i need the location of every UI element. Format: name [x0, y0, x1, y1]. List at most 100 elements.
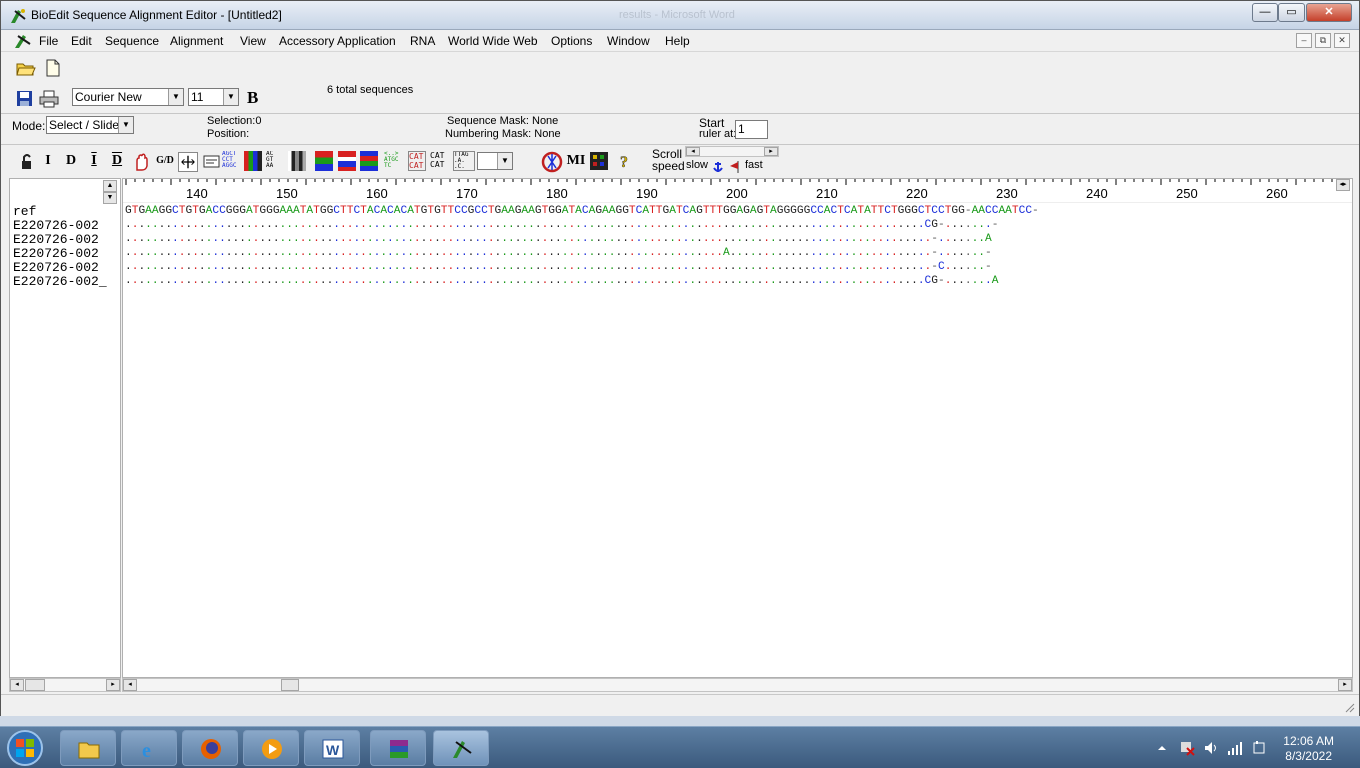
chevron-down-icon[interactable]: ▼ — [103, 192, 117, 204]
font-size-select[interactable]: 11 ▼ — [188, 88, 239, 106]
chevron-up-icon[interactable]: ▲ — [103, 180, 117, 192]
sequence-row[interactable]: ........................................… — [125, 260, 992, 274]
open-folder-icon[interactable] — [16, 59, 36, 77]
consensus-select[interactable]: ▼ — [477, 152, 513, 170]
taskbar-winrar[interactable] — [370, 730, 426, 766]
menu-file[interactable]: File — [39, 34, 58, 48]
mdi-minimize-button[interactable]: – — [1296, 33, 1312, 48]
font-name-select[interactable]: Courier New ▼ — [72, 88, 184, 106]
delete-mode-tool[interactable]: D — [61, 150, 81, 172]
sequence-name[interactable]: E220726-002_ — [13, 275, 107, 289]
menu-help[interactable]: Help — [665, 34, 690, 48]
chevron-left-icon[interactable]: ◂ — [686, 147, 700, 156]
color-letters-tool[interactable]: AGCT CCT AGGC — [222, 151, 240, 171]
mutual-information-tool[interactable]: MI — [564, 150, 588, 172]
taskbar-bioedit[interactable] — [433, 730, 489, 766]
chevron-right-icon[interactable]: ▸ — [764, 147, 778, 156]
color-map-tool[interactable] — [315, 151, 333, 171]
save-icon[interactable] — [15, 90, 35, 108]
cat-plain-tool[interactable]: CAT CAT — [430, 151, 448, 171]
chevron-left-icon[interactable]: ◂ — [10, 679, 24, 691]
alignment-hscrollbar[interactable]: ◂ ▸ — [122, 678, 1353, 692]
sequence-name[interactable]: E220726-002 — [13, 219, 99, 233]
resize-grip-icon[interactable] — [1343, 701, 1355, 713]
menu-edit[interactable]: Edit — [71, 34, 92, 48]
show-hidden-icons-icon[interactable] — [1157, 743, 1167, 753]
grab-hand-icon[interactable] — [132, 153, 152, 171]
flag-icon[interactable] — [728, 160, 742, 174]
sequence-name[interactable]: ref — [13, 205, 36, 219]
signal-icon[interactable] — [1227, 740, 1243, 756]
title-bar[interactable]: BioEdit Sequence Alignment Editor - [Unt… — [1, 1, 1359, 30]
scroll-thumb[interactable] — [25, 679, 45, 691]
bold-button[interactable]: B — [247, 88, 258, 108]
lock-icon[interactable] — [19, 153, 39, 171]
bioedit-menu-icon[interactable] — [13, 32, 33, 50]
sequence-name[interactable]: E220726-002 — [13, 233, 99, 247]
anchor-icon[interactable] — [710, 160, 726, 174]
arrow-view-tool[interactable]: <..> ATGC TC — [384, 151, 402, 171]
mdi-restore-button[interactable]: ⧉ — [1315, 33, 1331, 48]
volume-icon[interactable] — [1203, 740, 1219, 756]
action-center-icon[interactable] — [1251, 740, 1267, 756]
sequence-name[interactable]: E220726-002 — [13, 261, 99, 275]
close-button[interactable]: ✕ — [1306, 3, 1352, 22]
menu-sequence[interactable]: Sequence — [105, 34, 159, 48]
menu-window[interactable]: Window — [607, 34, 650, 48]
delete-gap-tool[interactable]: D — [107, 150, 127, 172]
sequence-row[interactable]: ........................................… — [125, 232, 992, 246]
sequence-row[interactable]: ........................................… — [125, 274, 998, 288]
cat-view-tool[interactable]: CAT CAT — [408, 151, 426, 171]
matrix-plot-icon[interactable] — [589, 151, 609, 171]
names-hscrollbar[interactable]: ◂ ▸ — [9, 678, 121, 692]
sequence-names-pane[interactable]: ▲ ▼ ref E220726-002 E220726-002 E220726-002… — [9, 178, 121, 678]
chevron-right-icon[interactable]: ▸ — [106, 679, 120, 691]
scroll-speed-slider[interactable]: ◂ ▸ — [685, 146, 779, 157]
consensus-tool[interactable]: TTAG .A. .C. — [453, 151, 475, 171]
sequence-row[interactable]: GTGAAGGCTGTGACCGGGATGGGAAATATGGCTTCTACAC… — [125, 204, 1039, 218]
gap-delete-tool[interactable]: G/D — [153, 150, 177, 172]
start-ruler-input[interactable]: 1 — [735, 120, 768, 139]
chevron-left-icon[interactable]: ◂ — [123, 679, 137, 691]
taskbar-firefox[interactable] — [182, 730, 238, 766]
menu-view[interactable]: View — [240, 34, 266, 48]
grayscale-tool[interactable] — [288, 151, 306, 171]
chevron-right-icon[interactable]: ▸ — [1338, 679, 1352, 691]
sequence-row[interactable]: ........................................… — [125, 246, 992, 260]
help-icon[interactable]: ? — [615, 152, 635, 170]
new-document-icon[interactable] — [43, 59, 63, 77]
sequence-name[interactable]: E220726-002 — [13, 247, 99, 261]
menu-alignment[interactable]: Alignment — [170, 34, 223, 48]
maximize-button[interactable]: ▭ — [1278, 3, 1305, 22]
taskbar-media-player[interactable] — [243, 730, 299, 766]
scroll-thumb[interactable] — [281, 679, 299, 691]
start-orb-icon[interactable] — [5, 728, 45, 768]
restriction-map-icon[interactable] — [541, 151, 563, 173]
sequence-count: 6 total sequences — [327, 84, 414, 96]
shade-letters-tool[interactable]: AC GT AA — [266, 151, 284, 171]
mdi-close-button[interactable]: ✕ — [1334, 33, 1350, 48]
menu-world-wide-web[interactable]: World Wide Web — [448, 34, 538, 48]
feature-tool[interactable] — [338, 151, 356, 171]
network-error-icon[interactable] — [1179, 740, 1195, 756]
print-icon[interactable] — [39, 90, 59, 108]
minimize-button[interactable]: — — [1252, 3, 1278, 22]
sequence-row[interactable]: ........................................… — [125, 218, 998, 232]
menu-rna[interactable]: RNA — [410, 34, 435, 48]
alignment-pane[interactable]: 140 150 160 170 180 190 200 210 220 230 240 250 260 … — [122, 178, 1353, 678]
bar-view-tool[interactable] — [360, 151, 378, 171]
menu-accessory-application[interactable]: Accessory Application — [279, 34, 396, 48]
double-arrow-icon[interactable]: ◂▸ — [1336, 179, 1350, 191]
select-block-icon[interactable] — [202, 153, 222, 171]
chevron-down-icon: ▼ — [223, 89, 238, 105]
slide-cursor-icon[interactable] — [178, 152, 198, 172]
mode-select[interactable]: Select / Slide ▼ — [46, 116, 134, 134]
insert-gap-tool[interactable]: I — [84, 150, 104, 172]
taskbar-microsoft-word[interactable]: W — [304, 730, 360, 766]
color-blocks-tool[interactable] — [244, 151, 262, 171]
system-clock[interactable]: 12:06 AM 8/3/2022 — [1283, 734, 1334, 764]
taskbar-internet-explorer[interactable]: e — [121, 730, 177, 766]
taskbar-file-explorer[interactable] — [60, 730, 116, 766]
menu-options[interactable]: Options — [551, 34, 592, 48]
insert-mode-tool[interactable]: I — [38, 150, 58, 172]
